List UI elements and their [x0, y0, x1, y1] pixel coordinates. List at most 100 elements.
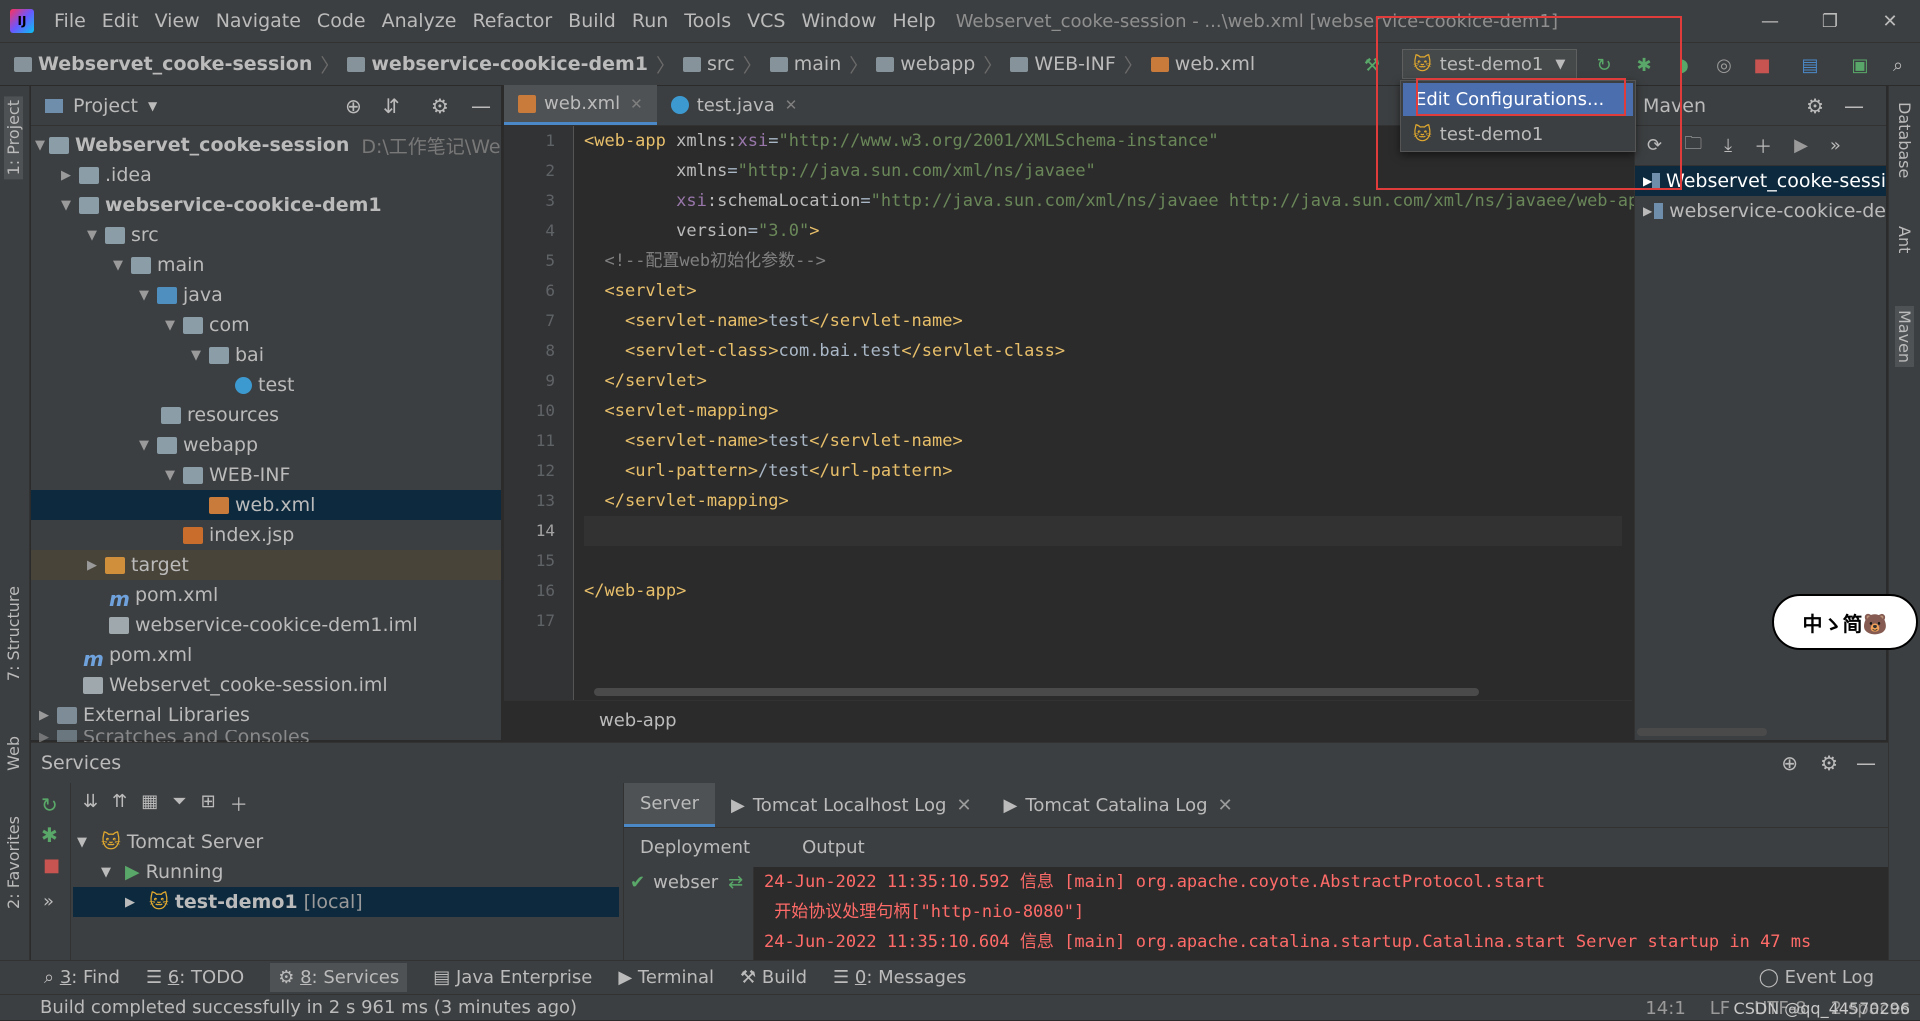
locate-icon[interactable]: ⊕: [345, 94, 362, 118]
hide-panel-icon[interactable]: —: [471, 94, 491, 118]
tree-node-bai[interactable]: ▼bai: [31, 340, 501, 370]
menu-vcs[interactable]: VCS: [739, 10, 793, 32]
gear-icon[interactable]: ⚙: [431, 94, 449, 118]
update-icon[interactable]: ⇄: [728, 872, 743, 893]
tab-server[interactable]: Server: [624, 783, 715, 827]
minimize-icon[interactable]: —: [1740, 0, 1800, 42]
tree-node-web-xml[interactable]: web.xml: [31, 490, 501, 520]
terminal-tool-button[interactable]: ▶ Terminal: [618, 967, 714, 988]
expand-all-icon[interactable]: ⇊: [83, 791, 98, 817]
close-tab-icon[interactable]: ✕: [630, 95, 643, 113]
filter-icon[interactable]: ⏷: [172, 791, 186, 817]
expand-arrow-icon[interactable]: ▼: [101, 865, 125, 880]
collapse-all-icon[interactable]: ⇈: [112, 791, 127, 817]
close-tab-icon[interactable]: ✕: [1218, 795, 1233, 816]
build-tool-button[interactable]: ⚒ Build: [740, 967, 807, 988]
todo-tool-button[interactable]: ☰ 6: TODO: [146, 967, 244, 988]
tree-node-module-iml[interactable]: webservice-cookice-dem1.iml: [31, 610, 501, 640]
menu-tools[interactable]: Tools: [676, 10, 739, 32]
menu-build[interactable]: Build: [560, 10, 624, 32]
add-service-icon[interactable]: ＋: [230, 791, 248, 817]
breadcrumb-project[interactable]: Webservet_cooke-session〉: [14, 51, 339, 78]
reimport-folder-icon[interactable]: 🗀: [1684, 131, 1702, 161]
dropdown-arrow-icon[interactable]: ▼: [148, 99, 157, 113]
menu-edit[interactable]: Edit: [94, 10, 147, 32]
tab-deployment[interactable]: Deployment: [624, 837, 766, 858]
xml-path-breadcrumb[interactable]: web-app: [599, 710, 677, 731]
code-area[interactable]: <web-app xmlns:xsi="http://www.w3.org/20…: [584, 126, 1622, 701]
expand-arrow-icon[interactable]: ▼: [83, 228, 101, 243]
collapse-all-icon[interactable]: ⇵: [383, 94, 400, 118]
menu-analyze[interactable]: Analyze: [374, 10, 465, 32]
web-tool-button[interactable]: Web: [4, 736, 23, 771]
menu-navigate[interactable]: Navigate: [208, 10, 309, 32]
gear-icon[interactable]: ⚙: [1820, 751, 1838, 775]
expand-arrow-icon[interactable]: ▼: [57, 198, 75, 213]
find-tool-button[interactable]: ⌕ 3: Find: [44, 967, 120, 988]
maven-project-item[interactable]: ▶webservice-cookice-de: [1635, 196, 1886, 226]
collapse-arrow-icon[interactable]: ▶: [57, 168, 75, 183]
expand-arrow-icon[interactable]: ▼: [135, 288, 153, 303]
menu-code[interactable]: Code: [309, 10, 374, 32]
output-console[interactable]: 24-Jun-2022 11:35:10.592 信息 [main] org.a…: [754, 867, 1848, 960]
hide-panel-icon[interactable]: —: [1844, 94, 1864, 118]
project-view-selector[interactable]: Project: [73, 95, 138, 117]
collapse-arrow-icon[interactable]: ▶: [83, 558, 101, 573]
search-icon[interactable]: ⌕: [1886, 53, 1910, 77]
tree-node-index-jsp[interactable]: index.jsp: [31, 520, 501, 550]
menu-help[interactable]: Help: [884, 10, 943, 32]
run-anything-icon[interactable]: ▣: [1848, 53, 1872, 77]
line-separator[interactable]: LF: [1710, 998, 1730, 1019]
menu-view[interactable]: View: [147, 10, 208, 32]
tab-test-java[interactable]: test.java✕: [657, 85, 812, 125]
debug-icon[interactable]: ✱: [41, 823, 58, 847]
restore-icon[interactable]: ❐: [1800, 0, 1860, 42]
close-tab-icon[interactable]: ✕: [785, 96, 798, 114]
database-tool-button[interactable]: Database: [1895, 102, 1914, 178]
more-icon[interactable]: »: [43, 891, 54, 912]
tree-node-src[interactable]: ▼src: [31, 220, 501, 250]
messages-tool-button[interactable]: ☰ 0: Messages: [833, 967, 966, 988]
breadcrumb-src[interactable]: src〉: [683, 51, 762, 78]
tree-node-com[interactable]: ▼com: [31, 310, 501, 340]
tree-node-java[interactable]: ▼java: [31, 280, 501, 310]
hide-panel-icon[interactable]: —: [1856, 751, 1876, 775]
tab-output[interactable]: Output: [786, 837, 881, 858]
tree-node-tomcat-server[interactable]: ▼🐱Tomcat Server: [73, 827, 619, 857]
breadcrumb-webapp[interactable]: webapp〉: [876, 51, 1002, 78]
deployment-item[interactable]: ✔webser⇄: [624, 867, 753, 897]
ant-tool-button[interactable]: Ant: [1895, 226, 1914, 253]
expand-arrow-icon[interactable]: ▼: [35, 138, 45, 153]
expand-arrow-icon[interactable]: ▼: [77, 835, 101, 850]
gear-icon[interactable]: ⚙: [1806, 94, 1824, 118]
breadcrumb-web-inf[interactable]: WEB-INF〉: [1010, 51, 1142, 78]
menu-window[interactable]: Window: [793, 10, 884, 32]
more-icon[interactable]: »: [1830, 135, 1841, 156]
expand-arrow-icon[interactable]: ▼: [135, 438, 153, 453]
close-icon[interactable]: ✕: [1860, 0, 1920, 42]
tab-tomcat-catalina-log[interactable]: ▶Tomcat Catalina Log✕: [988, 783, 1249, 827]
tree-node-root-iml[interactable]: Webservet_cooke-session.iml: [31, 670, 501, 700]
menu-file[interactable]: File: [46, 10, 94, 32]
menu-run[interactable]: Run: [624, 10, 676, 32]
tree-node-test-demo1[interactable]: ▶🐱test-demo1[local]: [73, 887, 619, 917]
tree-node-project-root[interactable]: ▼Webservet_cooke-sessionD:\工作笔记\Webser: [31, 130, 501, 160]
structure-tool-button[interactable]: 7: Structure: [4, 586, 23, 681]
rerun-icon[interactable]: ↻: [41, 793, 58, 817]
status-message[interactable]: Build completed successfully in 2 s 961 …: [40, 997, 577, 1018]
breadcrumb-file[interactable]: web.xml: [1151, 53, 1255, 75]
tree-node-external-libraries[interactable]: ▶External Libraries: [31, 700, 501, 730]
floating-ime-badge[interactable]: 中ゝ简🐻: [1772, 594, 1918, 650]
tree-node-main[interactable]: ▼main: [31, 250, 501, 280]
caret-position[interactable]: 14:1: [1645, 998, 1685, 1019]
expand-arrow-icon[interactable]: ▼: [109, 258, 127, 273]
tree-node-webapp[interactable]: ▼webapp: [31, 430, 501, 460]
project-structure-icon[interactable]: ▤: [1798, 53, 1822, 77]
expand-arrow-icon[interactable]: ▼: [187, 348, 205, 363]
profile-icon[interactable]: ◎: [1712, 53, 1736, 77]
breadcrumb-main[interactable]: main〉: [770, 51, 869, 78]
new-tab-icon[interactable]: ⊞: [201, 791, 216, 817]
collapse-arrow-icon[interactable]: ▶: [35, 708, 53, 723]
tree-node-idea[interactable]: ▶.idea: [31, 160, 501, 190]
tab-web-xml[interactable]: web.xml✕: [504, 85, 657, 125]
